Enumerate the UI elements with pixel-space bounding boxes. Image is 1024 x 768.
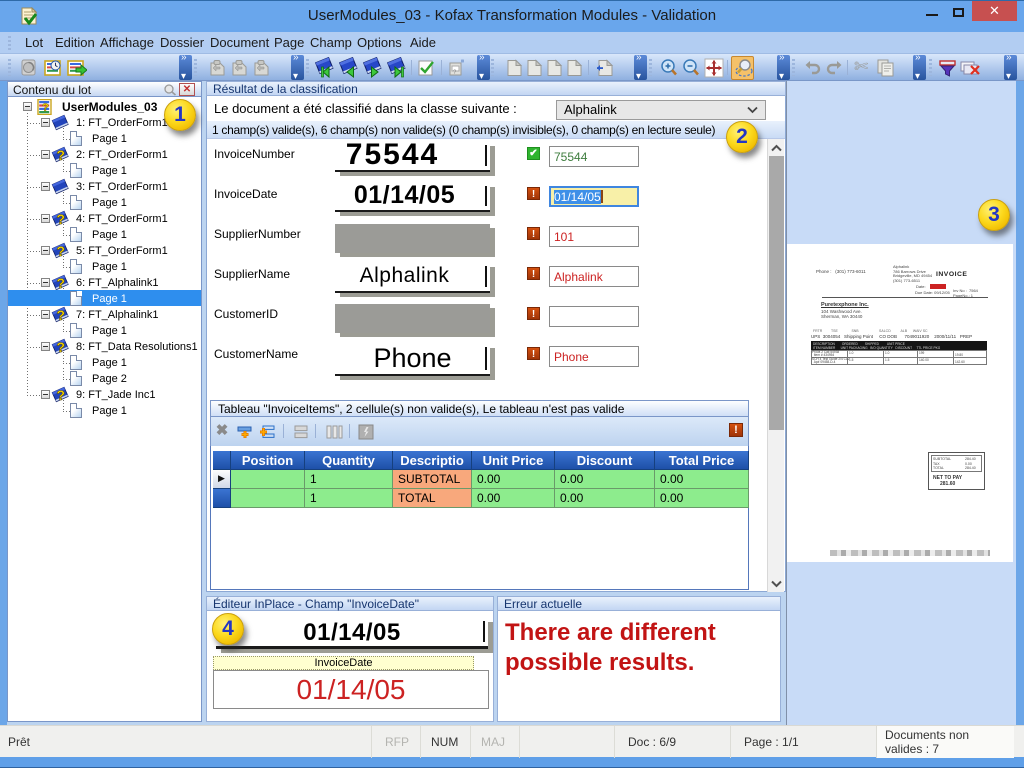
svg-text:?: ? (42, 102, 49, 114)
